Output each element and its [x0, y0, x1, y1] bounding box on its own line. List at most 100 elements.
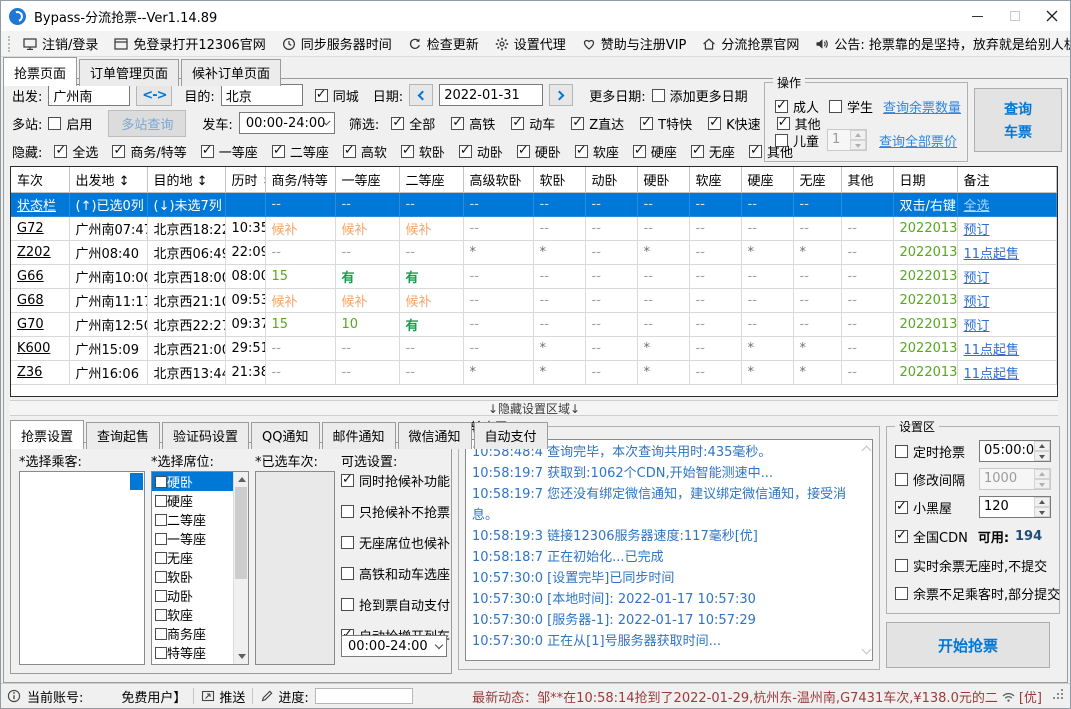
scroll-up-icon[interactable]: [238, 477, 246, 482]
passenger-list[interactable]: [19, 471, 145, 665]
prev-date-button[interactable]: [409, 84, 434, 106]
checkbox[interactable]: [571, 115, 585, 130]
checkbox[interactable]: [632, 143, 646, 158]
spin-down[interactable]: [1034, 507, 1050, 517]
start-grab-button[interactable]: 开始抢票: [886, 622, 1050, 668]
filter-checkbox[interactable]: 全部: [391, 114, 435, 133]
hide-checkbox[interactable]: 硬卧: [516, 142, 561, 161]
checkbox[interactable]: [200, 143, 214, 158]
student-checkbox[interactable]: 学生: [829, 97, 873, 116]
checkbox[interactable]: [640, 115, 654, 130]
remark-link[interactable]: 预订: [964, 295, 990, 310]
add-more-dates-checkbox[interactable]: 添加更多日期: [651, 86, 748, 105]
train-number-link[interactable]: G68: [17, 293, 44, 308]
column-header[interactable]: 二等座: [398, 167, 464, 193]
checkbox[interactable]: [112, 143, 126, 158]
settings-tab-0[interactable]: 抢票设置: [10, 420, 85, 449]
checkbox[interactable]: [451, 115, 465, 130]
table-row[interactable]: Z36广州16:06北京西13:4421:38------**--*--**--…: [11, 360, 1057, 385]
checkbox[interactable]: [155, 551, 167, 564]
settings-checkbox[interactable]: 定时抢票: [895, 442, 965, 461]
checkbox[interactable]: [314, 87, 328, 102]
grab-option-checkbox[interactable]: 无座席位也候补: [341, 533, 450, 552]
column-header[interactable]: 历时 ↕: [224, 167, 266, 193]
toolbar-item[interactable]: 公告: 抢票靠的是坚持，放弃就是给别人机会！: [807, 33, 1070, 55]
checkbox[interactable]: [574, 143, 588, 158]
spin-down[interactable]: [1034, 451, 1050, 461]
multi-station-query-button[interactable]: 多站查询: [108, 109, 187, 137]
same-city-checkbox[interactable]: 同城: [314, 86, 359, 105]
toolbar-item[interactable]: 注销/登录: [15, 33, 106, 55]
table-row[interactable]: G66广州南10:00北京西18:0008:0015有有------------…: [11, 264, 1057, 289]
depart-input[interactable]: [48, 84, 131, 106]
remark-link[interactable]: 预订: [964, 271, 990, 286]
filter-checkbox[interactable]: K快速: [708, 114, 761, 133]
checkbox[interactable]: [155, 570, 167, 583]
checkbox[interactable]: [829, 100, 843, 113]
maximize-button[interactable]: [996, 1, 1033, 31]
checkbox[interactable]: [155, 475, 167, 488]
spinner[interactable]: 120: [979, 496, 1051, 518]
table-row[interactable]: G70广州南12:50北京西22:2709:371510有-----------…: [11, 312, 1057, 337]
seat-list-item[interactable]: 软卧: [152, 567, 233, 586]
train-number-link[interactable]: G66: [17, 269, 44, 284]
seat-list-item[interactable]: 特等座: [152, 643, 233, 662]
remark-link[interactable]: 11点起售: [964, 367, 1020, 382]
checkbox[interactable]: [155, 646, 167, 659]
resize-grip[interactable]: [1052, 690, 1064, 702]
hide-checkbox[interactable]: 软卧: [400, 142, 445, 161]
swap-stations-button[interactable]: <->: [136, 84, 173, 106]
settings-checkbox[interactable]: 余票不足乘客时,部分提交: [895, 584, 1060, 603]
column-header[interactable]: 动卧: [584, 167, 638, 193]
grab-option-checkbox[interactable]: 同时抢候补功能: [341, 471, 450, 490]
toolbar-item[interactable]: 设置代理: [487, 33, 574, 55]
grab-option-checkbox[interactable]: 只抢候补不抢票: [341, 502, 450, 521]
selected-train-list[interactable]: [255, 471, 335, 665]
column-header[interactable]: 软卧: [532, 167, 586, 193]
table-row[interactable]: G68广州南11:17北京西21:1009:53候补候补候补----------…: [11, 288, 1057, 313]
checkbox[interactable]: [48, 116, 62, 130]
query-price-link[interactable]: 查询全部票价: [879, 131, 957, 150]
checkbox[interactable]: [341, 472, 354, 487]
filter-checkbox[interactable]: Z直达: [571, 114, 624, 133]
hide-checkbox[interactable]: 二等座: [271, 142, 329, 161]
minimize-button[interactable]: [959, 1, 996, 31]
hide-checkbox[interactable]: 全选: [54, 142, 98, 161]
checkbox[interactable]: [271, 143, 285, 158]
grab-option-checkbox[interactable]: 抢到票自动支付: [341, 595, 450, 614]
toolbar-item[interactable]: 免登录打开12306官网: [106, 33, 273, 55]
checkbox[interactable]: [54, 143, 68, 158]
select-all-link[interactable]: 全选: [964, 199, 990, 214]
push-label[interactable]: 推送: [219, 687, 245, 706]
spin-up[interactable]: [1034, 497, 1050, 507]
filter-checkbox[interactable]: 高铁: [451, 114, 495, 133]
status-row[interactable]: 状态栏 (↑)已选0列 (↓)未选7列 -- -- -- -- -- -- -- -- -- -- 双击/…: [11, 192, 1057, 217]
hide-checkbox[interactable]: 软座: [574, 142, 619, 161]
spin-up[interactable]: [850, 130, 867, 140]
seat-list-item[interactable]: 商务座: [152, 624, 233, 643]
checkbox[interactable]: [895, 586, 908, 600]
seat-list-item[interactable]: 硬座: [152, 491, 233, 510]
settings-tab-3[interactable]: QQ通知: [251, 422, 320, 449]
settings-tab-2[interactable]: 验证码设置: [162, 422, 250, 449]
checkbox[interactable]: [155, 608, 167, 621]
checkbox[interactable]: [155, 532, 167, 545]
cdn-checkbox[interactable]: 全国CDN: [895, 527, 968, 546]
seat-list-item[interactable]: 二等座: [152, 510, 233, 529]
grab-time-range-select[interactable]: 00:00-24:00: [341, 635, 447, 657]
checkbox[interactable]: [748, 143, 762, 158]
column-header[interactable]: 一等座: [334, 167, 400, 193]
depart-time-select[interactable]: 00:00-24:00: [238, 112, 335, 134]
train-number-link[interactable]: G72: [17, 221, 44, 236]
dest-input[interactable]: [220, 84, 303, 106]
toolbar-item[interactable]: 赞助与注册VIP: [574, 33, 695, 55]
table-row[interactable]: Z202广州08:40北京西06:4922:09------**--*--**-…: [11, 240, 1057, 265]
column-header[interactable]: 软座: [688, 167, 742, 193]
seat-list-item[interactable]: 硬卧: [152, 472, 233, 491]
seat-list-item[interactable]: 动卧: [152, 586, 233, 605]
hide-settings-divider[interactable]: ↓隐藏设置区域↓: [10, 400, 1058, 416]
seat-list-item[interactable]: 一等座: [152, 529, 233, 548]
train-number-link[interactable]: Z36: [17, 365, 42, 380]
seat-list-item[interactable]: 无座: [152, 548, 233, 567]
checkbox[interactable]: [511, 115, 525, 130]
